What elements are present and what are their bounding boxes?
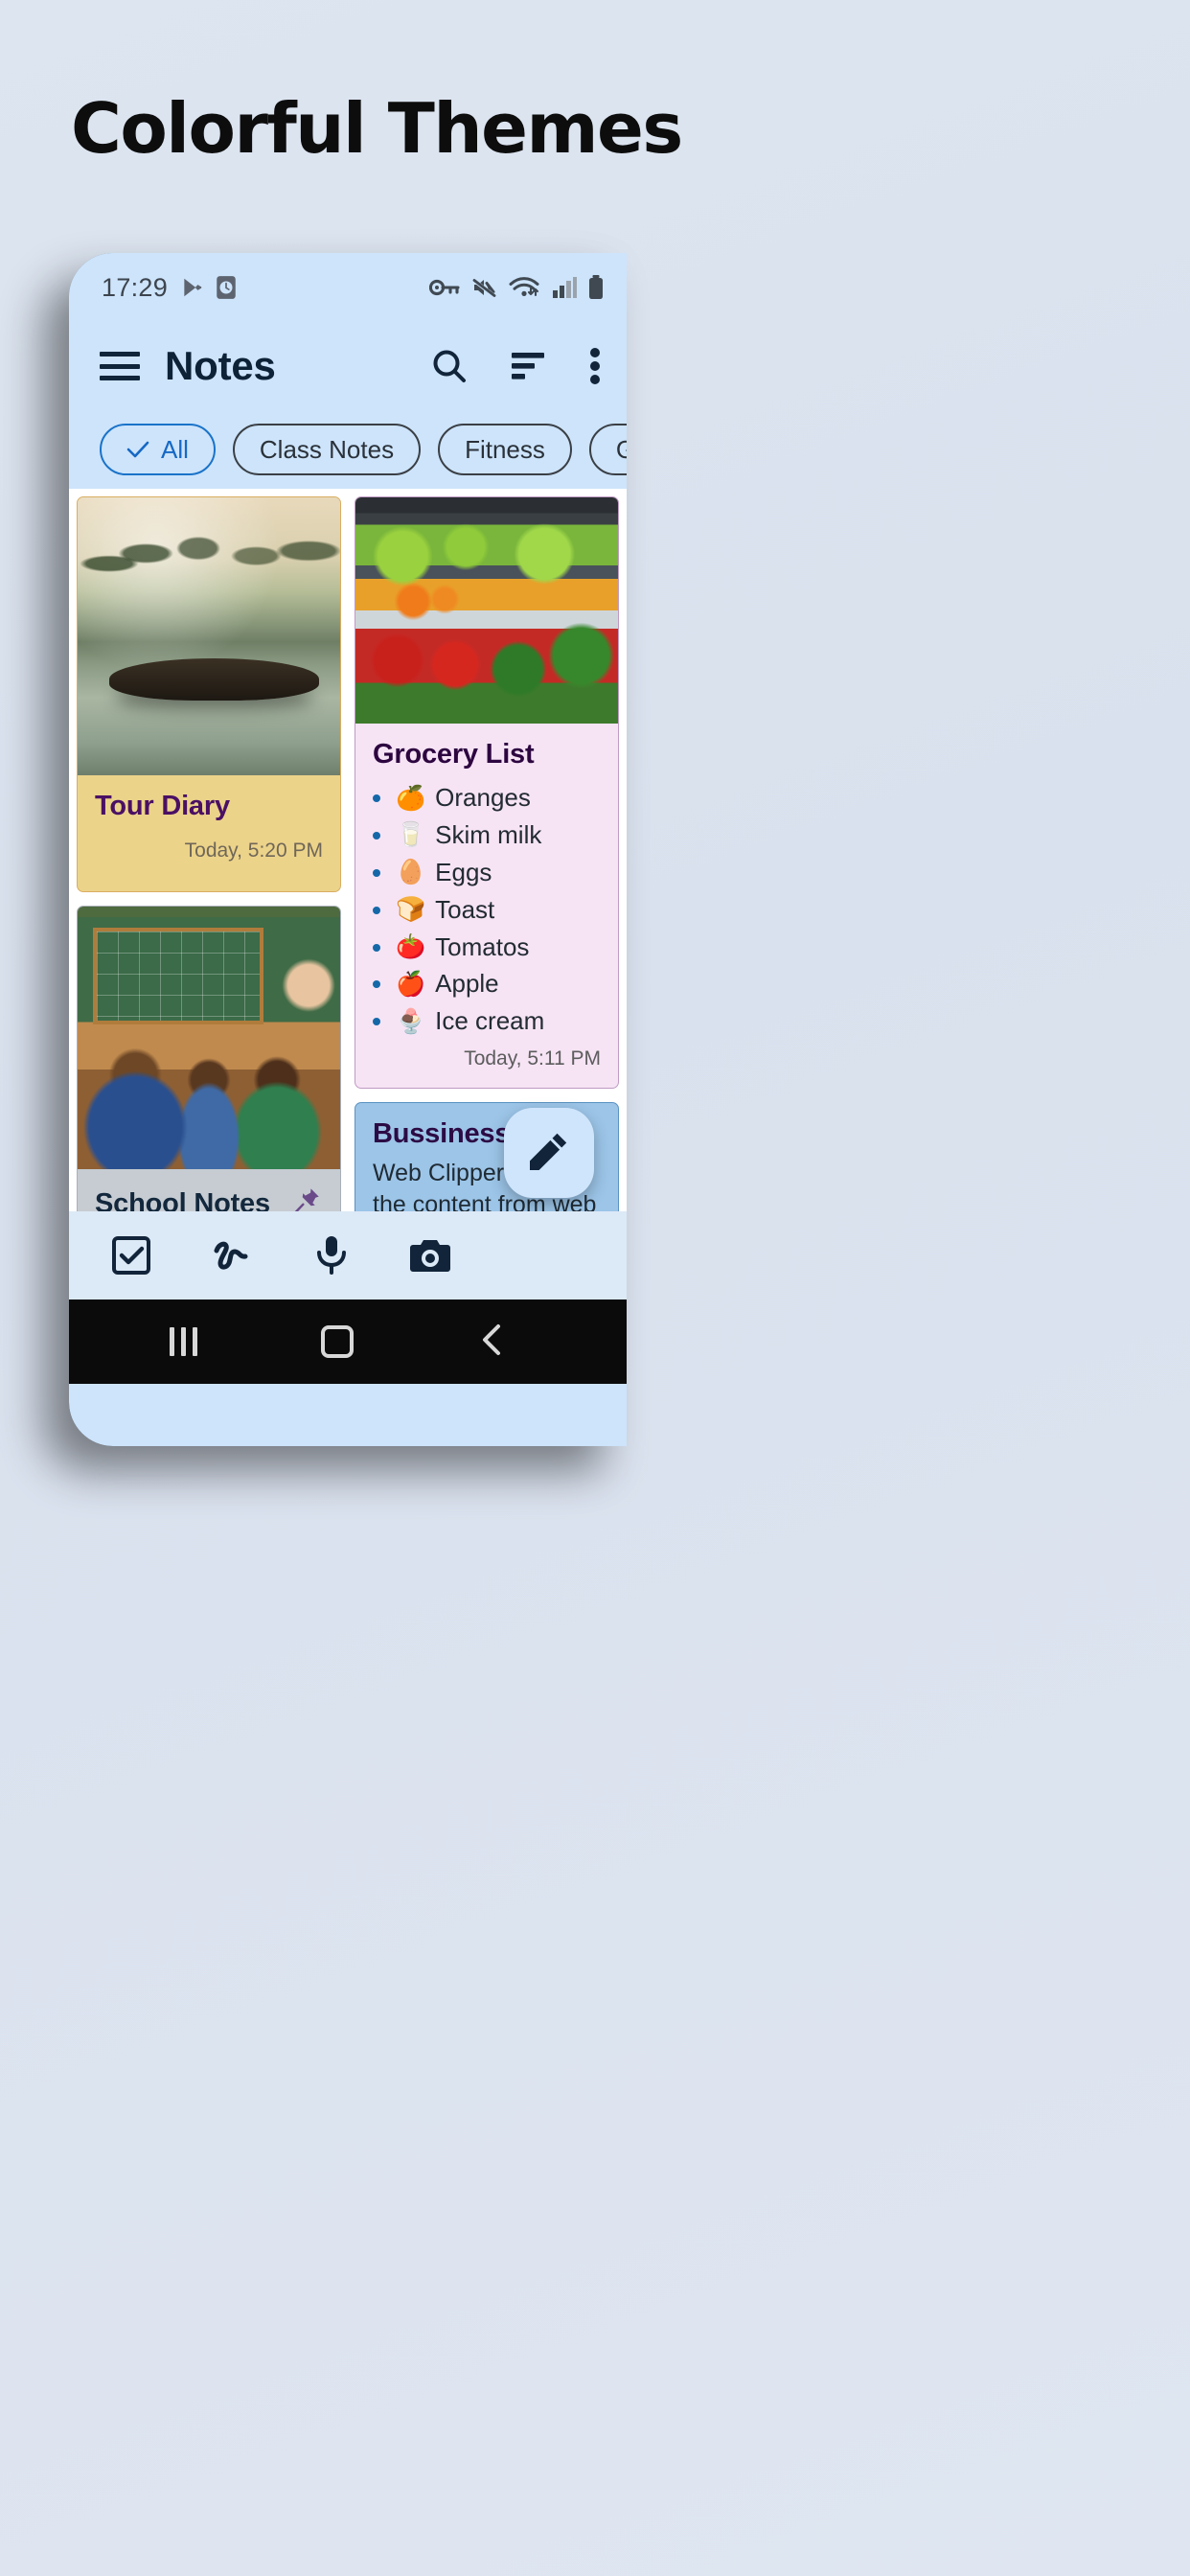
list-item: 🍨 Ice cream bbox=[373, 1006, 601, 1036]
note-card-grocery-list[interactable]: Grocery List 🍊 Oranges 🥛 Skim milk 🥚 Eggs 🍞… bbox=[355, 496, 619, 1090]
app-bar-actions bbox=[429, 346, 602, 386]
filter-chip-all[interactable]: All bbox=[100, 424, 216, 475]
sort-icon[interactable] bbox=[510, 350, 548, 382]
list-item-label: Eggs bbox=[435, 857, 492, 886]
status-left-icons bbox=[180, 275, 237, 300]
milk-emoji: 🥛 bbox=[396, 821, 426, 849]
list-item-label: Toast bbox=[435, 894, 495, 924]
bullet-icon bbox=[373, 980, 380, 989]
bullet-icon bbox=[373, 943, 380, 952]
checklist-icon[interactable] bbox=[111, 1235, 151, 1276]
camera-icon[interactable] bbox=[408, 1236, 452, 1275]
notes-column-left: Tour Diary Today, 5:20 PM School Notes T… bbox=[77, 496, 341, 1211]
play-store-icon bbox=[180, 275, 205, 300]
android-nav-bar bbox=[69, 1300, 627, 1384]
note-title: Grocery List bbox=[373, 739, 535, 770]
note-thumbnail-classroom bbox=[78, 907, 340, 1169]
note-title: School Notes bbox=[95, 1184, 323, 1211]
status-right-icons bbox=[429, 275, 604, 300]
list-item-label: Ice cream bbox=[435, 1006, 545, 1036]
egg-emoji: 🥚 bbox=[396, 859, 426, 886]
list-item-label: Tomatos bbox=[435, 932, 530, 961]
bullet-icon bbox=[373, 868, 380, 877]
note-timestamp: Today, 5:11 PM bbox=[464, 1047, 601, 1070]
overflow-menu-icon[interactable] bbox=[588, 346, 602, 386]
check-icon bbox=[126, 441, 149, 458]
filter-chip-label: All bbox=[161, 434, 189, 464]
recents-icon[interactable] bbox=[169, 1327, 197, 1356]
list-item-label: Oranges bbox=[435, 783, 531, 812]
bullet-icon bbox=[373, 831, 380, 840]
wifi-icon bbox=[508, 276, 540, 299]
compose-fab-button[interactable] bbox=[504, 1108, 594, 1198]
vpn-key-icon bbox=[429, 277, 460, 298]
list-item: 🥛 Skim milk bbox=[373, 819, 601, 850]
list-item: 🍞 Toast bbox=[373, 894, 601, 925]
page-title: Colorful Themes bbox=[71, 88, 683, 169]
list-item-label: Skim milk bbox=[435, 819, 542, 849]
notes-grid: Tour Diary Today, 5:20 PM School Notes T… bbox=[69, 489, 627, 1211]
note-card-tour-diary[interactable]: Tour Diary Today, 5:20 PM bbox=[77, 496, 341, 892]
apple-emoji: 🍎 bbox=[396, 971, 426, 999]
bread-emoji: 🍞 bbox=[396, 896, 426, 924]
list-item: 🍎 Apple bbox=[373, 970, 601, 999]
note-thumbnail-backwater bbox=[78, 497, 340, 775]
tomato-emoji: 🍅 bbox=[396, 933, 426, 961]
filter-chip-class-notes[interactable]: Class Notes bbox=[232, 424, 422, 475]
icecream-emoji: 🍨 bbox=[396, 1007, 426, 1035]
app-bar: Notes bbox=[69, 322, 627, 410]
note-card-school-notes[interactable]: School Notes Take notes,create checklist… bbox=[77, 906, 341, 1211]
filter-chip-fitness[interactable]: Fitness bbox=[438, 424, 572, 475]
status-time: 17:29 bbox=[102, 272, 169, 302]
note-timestamp: Today, 5:20 PM bbox=[184, 840, 323, 862]
bullet-icon bbox=[373, 906, 380, 914]
bullet-icon bbox=[373, 1018, 380, 1026]
grocery-item-list: 🍊 Oranges 🥛 Skim milk 🥚 Eggs 🍞 Toast 🍅 Tomato… bbox=[373, 783, 601, 1036]
note-card-body: Grocery List 🍊 Oranges 🥛 Skim milk 🥚 Eggs 🍞… bbox=[355, 724, 618, 1088]
app-title: Notes bbox=[165, 343, 276, 388]
filter-chip-label: Grocery bbox=[615, 434, 627, 464]
bottom-toolbar bbox=[69, 1211, 627, 1300]
list-item-label: Apple bbox=[435, 969, 499, 999]
home-icon[interactable] bbox=[321, 1325, 355, 1358]
note-card-body: Tour Diary Today, 5:20 PM bbox=[78, 775, 340, 891]
list-item: 🍅 Tomatos bbox=[373, 932, 601, 962]
microphone-icon[interactable] bbox=[314, 1234, 349, 1276]
note-card-body: School Notes Take notes,create checklist… bbox=[78, 1169, 340, 1211]
clock-icon bbox=[216, 275, 237, 300]
note-thumbnail-produce bbox=[355, 497, 618, 724]
notes-column-right: Grocery List 🍊 Oranges 🥛 Skim milk 🥚 Eggs 🍞… bbox=[355, 496, 619, 1211]
filter-chip-row[interactable]: All Class Notes Fitness Grocery bbox=[69, 410, 627, 489]
status-bar: 17:29 bbox=[69, 253, 627, 322]
signal-icon bbox=[552, 276, 577, 299]
pushpin-icon[interactable] bbox=[290, 1184, 323, 1211]
list-item: 🥚 Eggs bbox=[373, 857, 601, 887]
orange-emoji: 🍊 bbox=[396, 784, 426, 812]
bullet-icon bbox=[373, 794, 380, 802]
mute-icon bbox=[471, 276, 496, 299]
phone-screen: 17:29 Notes All Class Notes Fitness G To… bbox=[69, 253, 627, 1446]
filter-chip-label: Class Notes bbox=[259, 434, 395, 464]
hamburger-menu-icon[interactable] bbox=[100, 352, 140, 380]
handwriting-icon[interactable] bbox=[211, 1235, 255, 1276]
filter-chip-label: Fitness bbox=[465, 434, 545, 464]
battery-icon bbox=[588, 275, 604, 300]
pencil-edit-icon bbox=[527, 1129, 571, 1178]
filter-chip-grocery[interactable]: Grocery bbox=[588, 424, 627, 475]
search-icon[interactable] bbox=[429, 346, 469, 386]
note-title: Tour Diary bbox=[95, 791, 230, 821]
list-item: 🍊 Oranges bbox=[373, 783, 601, 813]
back-icon[interactable] bbox=[478, 1323, 507, 1361]
note-title-text: School Notes bbox=[95, 1188, 270, 1211]
